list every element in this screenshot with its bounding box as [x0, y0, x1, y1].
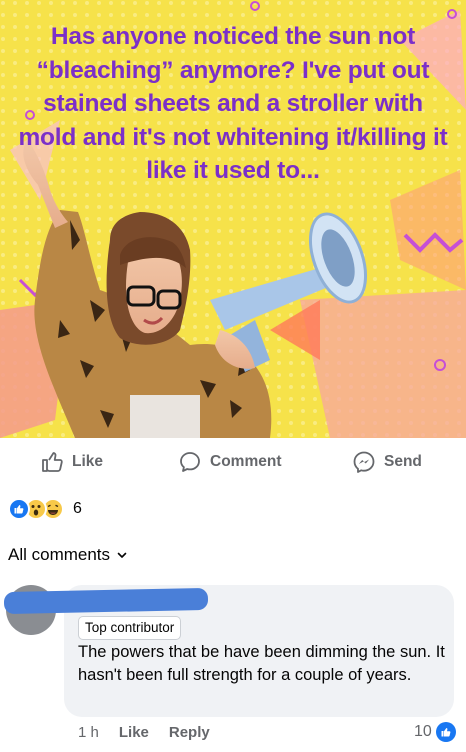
- comment-button[interactable]: Comment: [178, 450, 281, 474]
- comment-bubble-icon: [180, 452, 200, 472]
- all-comments-filter[interactable]: All comments: [8, 545, 128, 565]
- thumbs-up-icon: [42, 452, 63, 472]
- redacted-commenter-name: [3, 587, 209, 615]
- like-button[interactable]: Like: [40, 450, 103, 474]
- chevron-down-icon: [117, 552, 127, 558]
- like-reaction-icon: [8, 498, 30, 520]
- send-button[interactable]: Send: [352, 450, 422, 474]
- send-button-label: Send: [384, 453, 422, 470]
- like-reaction-icon: [435, 722, 456, 742]
- messenger-icon: [353, 451, 375, 473]
- reaction-summary[interactable]: 6: [8, 498, 82, 520]
- comment-like-count-value: 10: [414, 723, 432, 740]
- like-button-label: Like: [72, 453, 104, 470]
- all-comments-label: All comments: [8, 545, 111, 564]
- comment-actions: 1 h Like Reply: [78, 724, 210, 741]
- post-image-text: Has anyone noticed the sun not “bleachin…: [18, 23, 448, 184]
- comment-like-count[interactable]: 10: [414, 722, 456, 742]
- comment-like-button[interactable]: Like: [119, 724, 149, 741]
- comment-text: The powers that be have been dimming the…: [78, 643, 445, 684]
- post-image[interactable]: Has anyone noticed the sun not “bleachin…: [0, 0, 466, 438]
- comment-timestamp[interactable]: 1 h: [78, 724, 99, 741]
- comment-button-label: Comment: [210, 453, 282, 470]
- post-action-bar: Like Comment Send: [0, 438, 466, 484]
- comment-reply-button[interactable]: Reply: [169, 724, 210, 741]
- top-contributor-badge[interactable]: Top contributor: [78, 616, 182, 640]
- reaction-count: 6: [73, 500, 82, 517]
